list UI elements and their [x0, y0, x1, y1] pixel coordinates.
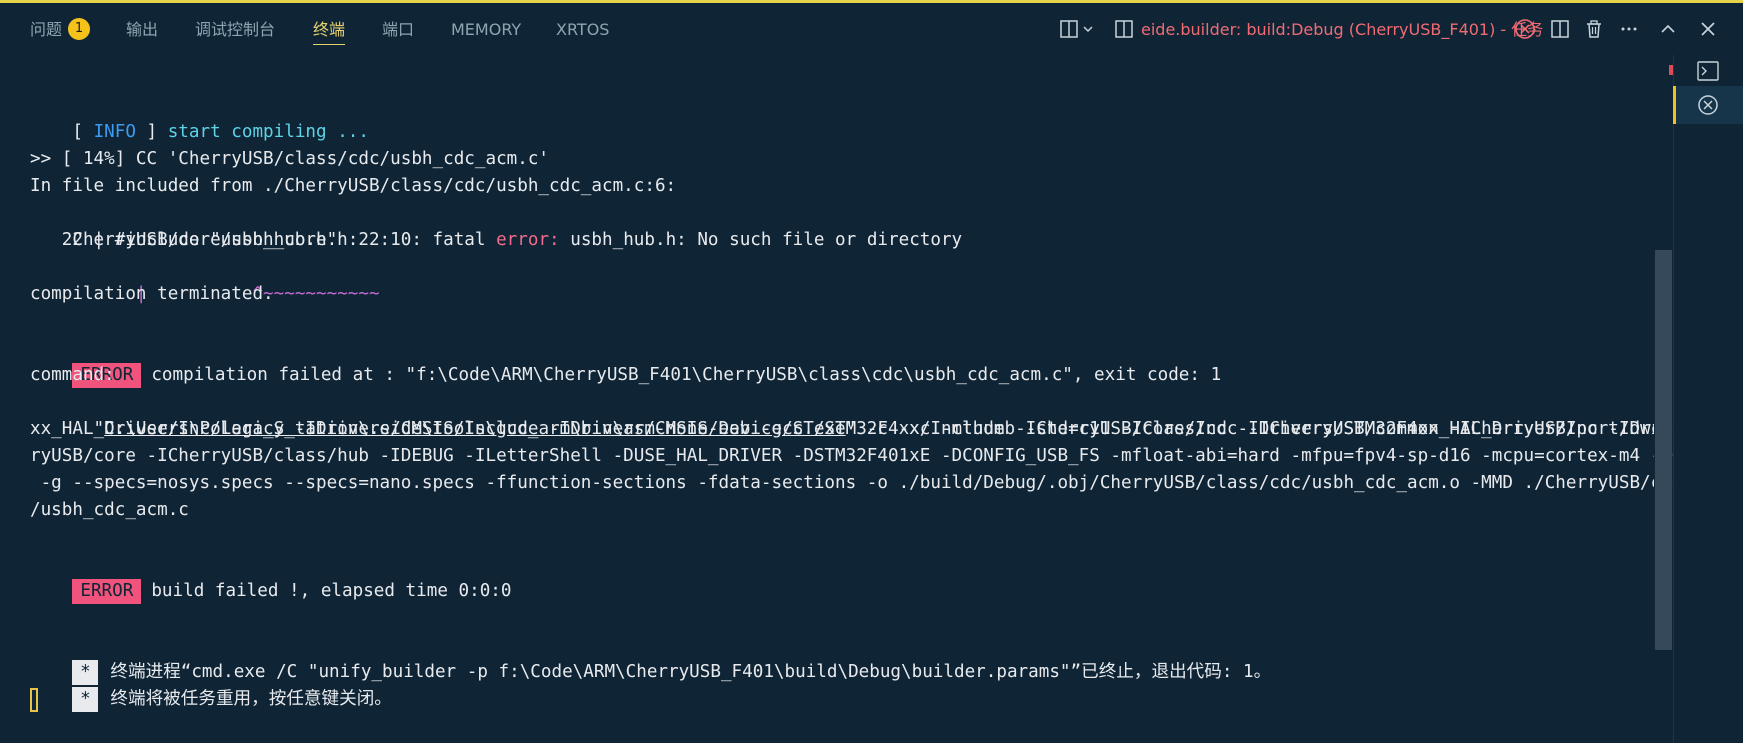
- included-from-line: In file included from ./CherryUSB/class/…: [30, 176, 677, 196]
- task-reuse-line: * 终端将被任务重用，按任意键关闭。: [30, 659, 392, 712]
- compilation-terminated-line: compilation terminated.: [30, 284, 274, 304]
- info-bracket-close: ]: [135, 122, 158, 142]
- task-error-icon: [1698, 95, 1718, 115]
- close-panel-icon[interactable]: [1694, 3, 1722, 55]
- terminal-cursor: [30, 688, 38, 712]
- fatal-error-message: usbh_hub.h: No such file or directory: [559, 230, 963, 250]
- command-line-3: ryUSB/core -ICherryUSB/class/hub -IDEBUG…: [30, 446, 1743, 466]
- terminal-instance-task-button[interactable]: [1673, 85, 1743, 125]
- build-failed-line: ERROR build failed !, elapsed time 0:0:0: [30, 551, 511, 604]
- info-line: [ INFO ] start compiling ...: [30, 92, 369, 142]
- task-split-icon[interactable]: [1110, 3, 1138, 55]
- split-terminal-icon[interactable]: [1546, 3, 1574, 55]
- fatal-error-line: CherryUSB/core/usbh_core.h:22:10: fatal …: [30, 200, 962, 250]
- terminal-icon: [1697, 61, 1719, 81]
- tab-debug-console[interactable]: 调试控制台: [195, 3, 275, 55]
- compile-failed-line: ERROR compilation failed at : "f:\Code\AR…: [30, 335, 1221, 388]
- caret-line: | ^~~~~~~~~~~~: [30, 254, 380, 304]
- process-exit-line: * 终端进程“cmd.exe /C "unify_builder -p f:\Co…: [30, 632, 1271, 685]
- command-line-1: "C:\Users\Polari_S_tation\.eide\tools\gc…: [30, 389, 1743, 439]
- terminal-output[interactable]: [ INFO ] start compiling ... >> [ 14%] C…: [30, 58, 1743, 734]
- new-terminal-split-dropdown[interactable]: [1055, 3, 1103, 55]
- more-actions-icon[interactable]: [1615, 3, 1643, 55]
- tab-terminal[interactable]: 终端: [313, 3, 346, 55]
- split-panel-icon: [1060, 20, 1093, 38]
- tab-ports[interactable]: 端口: [382, 3, 414, 55]
- info-tag: INFO: [93, 122, 136, 142]
- tab-memory[interactable]: MEMORY: [451, 3, 521, 55]
- info-bracket-open: [: [72, 122, 94, 142]
- include-source-line: 22 | #include "usbh_hub.h": [30, 230, 338, 250]
- terminal-tabs-panel: [1673, 55, 1743, 743]
- task-reuse-message: 终端将被任务重用，按任意键关闭。: [110, 689, 392, 709]
- command-line-4: -g --specs=nosys.specs --specs=nano.spec…: [30, 473, 1743, 493]
- task-error-icon: [1510, 3, 1540, 55]
- command-label-line: command:: [30, 365, 115, 385]
- star-badge: *: [72, 687, 99, 712]
- tab-problems[interactable]: 问题 1: [30, 3, 91, 55]
- compile-failed-message: compilation failed at : "f:\Code\ARM\Che…: [151, 365, 1222, 385]
- active-task-title[interactable]: eide.builder: build:Debug (CherryUSB_F40…: [1141, 3, 1543, 55]
- terminal-scrollbar-thumb[interactable]: [1655, 250, 1672, 650]
- error-badge: ERROR: [72, 579, 142, 604]
- trash-icon[interactable]: [1580, 3, 1608, 55]
- build-failed-message: build failed !, elapsed time 0:0:0: [151, 581, 512, 601]
- maximize-panel-icon[interactable]: [1654, 3, 1682, 55]
- info-message: start compiling ...: [157, 122, 369, 142]
- command-line-2: xx_HAL_Driver/Inc/Legacy -IDrivers/CMSIS…: [30, 419, 1743, 439]
- error-keyword: error:: [496, 230, 560, 250]
- tab-xrtos[interactable]: XRTOS: [556, 3, 609, 55]
- problems-count-badge: 1: [68, 17, 91, 40]
- tab-problems-label: 问题: [30, 20, 63, 39]
- compile-progress-line: >> [ 14%] CC 'CherryUSB/class/cdc/usbh_c…: [30, 149, 550, 169]
- command-line-5: /usbh_cdc_acm.c: [30, 500, 189, 520]
- tab-output[interactable]: 输出: [126, 3, 158, 55]
